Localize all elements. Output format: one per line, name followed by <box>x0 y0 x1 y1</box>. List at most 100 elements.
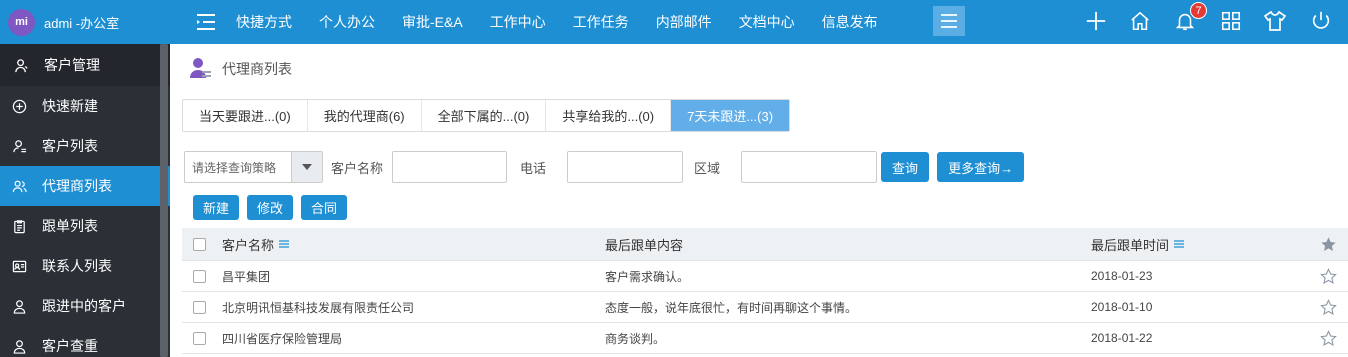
nav-item-work-center[interactable]: 工作中心 <box>490 12 546 32</box>
advanced-search-button[interactable]: 更多查询→ <box>937 152 1025 182</box>
user-header[interactable]: mi admi -办公室 <box>0 0 170 44</box>
sidebar-item-quick-new[interactable]: 快速新建 <box>0 86 170 126</box>
column-header-time[interactable]: 最后跟单时间 <box>1091 228 1185 260</box>
tab-today-follow[interactable]: 当天要跟进...(0) <box>183 100 308 131</box>
customer-name-label: 客户名称 <box>331 160 384 176</box>
main-content: 代理商列表 当天要跟进...(0) 我的代理商(6) 全部下属的...(0) 共… <box>170 44 1348 357</box>
region-input[interactable] <box>741 151 878 183</box>
star-outline-icon[interactable] <box>1320 261 1337 291</box>
sidebar-item-label: 跟进中的客户 <box>42 298 126 314</box>
nav-item-info-publish[interactable]: 信息发布 <box>822 12 878 32</box>
tab-all-subordinates[interactable]: 全部下属的...(0) <box>422 100 547 131</box>
sidebar-item-label: 快速新建 <box>42 98 98 114</box>
row-customer-name[interactable]: 四川省医疗保险管理局 <box>222 323 342 353</box>
action-toolbar: 新建 修改 合同 <box>193 195 355 220</box>
nav-item-personal-office[interactable]: 个人办公 <box>319 12 375 32</box>
row-last-content: 态度一般，说年底很忙，有时间再聊这个事情。 <box>605 300 858 315</box>
star-outline-icon[interactable] <box>1320 323 1337 353</box>
user-follow-icon <box>10 297 28 315</box>
caret-down-icon[interactable] <box>291 152 322 182</box>
sidebar-item-label: 跟单列表 <box>42 218 98 234</box>
sidebar: mi admi -办公室 客户管理 快速新建 客户列表 代理商列表 跟单列表 联… <box>0 0 170 357</box>
query-strategy-select[interactable]: 请选择查询策略 <box>184 151 323 183</box>
contact-card-icon <box>10 257 28 275</box>
agents-page-icon <box>188 56 212 83</box>
customer-name-input[interactable] <box>392 151 508 183</box>
sidebar-item-following-customers[interactable]: 跟进中的客户 <box>0 286 170 326</box>
select-all-checkbox[interactable] <box>193 237 206 251</box>
plus-circle-icon <box>10 97 28 115</box>
sidebar-item-contact-list[interactable]: 联系人列表 <box>0 246 170 286</box>
page-header: 代理商列表 <box>170 44 1348 94</box>
menu-toggle-icon[interactable] <box>194 10 218 34</box>
sort-list-icon[interactable] <box>279 240 290 248</box>
notification-badge: 7 <box>1190 2 1207 19</box>
nav-more-button[interactable] <box>933 6 965 36</box>
add-icon[interactable] <box>1084 9 1108 33</box>
sidebar-scrollbar-thumb[interactable] <box>160 44 168 357</box>
contract-button[interactable]: 合同 <box>301 195 348 220</box>
sidebar-scrollbar[interactable] <box>160 44 168 357</box>
nav-item-approval[interactable]: 审批-E&A <box>402 12 463 32</box>
search-button[interactable]: 查询 <box>881 152 930 182</box>
tab-shared-with-me[interactable]: 共享给我的...(0) <box>546 100 672 131</box>
bell-icon[interactable]: 7 <box>1173 2 1207 33</box>
top-navbar: 快捷方式 个人办公 审批-E&A 工作中心 工作任务 内部邮件 文档中心 信息发… <box>170 0 1348 44</box>
top-nav: 快捷方式 个人办公 审批-E&A 工作中心 工作任务 内部邮件 文档中心 信息发… <box>236 0 905 44</box>
row-checkbox[interactable] <box>193 269 206 283</box>
row-last-content: 商务谈判。 <box>605 331 666 346</box>
agents-table: 客户名称 最后跟单内容 最后跟单时间 昌平集团 客户需求确认。 2018-01-… <box>182 228 1348 354</box>
nav-item-document-center[interactable]: 文档中心 <box>739 12 795 32</box>
star-outline-icon[interactable] <box>1320 292 1337 322</box>
theme-shirt-icon[interactable] <box>1263 9 1287 33</box>
tab-my-agents[interactable]: 我的代理商(6) <box>308 100 422 131</box>
filter-tabs: 当天要跟进...(0) 我的代理商(6) 全部下属的...(0) 共享给我的..… <box>182 99 791 132</box>
row-last-time: 2018-01-23 <box>1091 269 1153 283</box>
sidebar-module-label: 客户管理 <box>44 57 100 73</box>
search-filters: 请选择查询策略 客户名称 电话 区域 查询 更多查询→ <box>184 151 1025 183</box>
nav-item-shortcuts[interactable]: 快捷方式 <box>236 12 292 32</box>
home-icon[interactable] <box>1128 9 1152 33</box>
row-last-content: 客户需求确认。 <box>605 269 690 284</box>
apps-grid-icon[interactable] <box>1219 9 1243 33</box>
region-label: 区域 <box>694 160 721 176</box>
sidebar-item-label: 客户列表 <box>42 138 98 154</box>
table-row[interactable]: 昌平集团 客户需求确认。 2018-01-23 <box>182 261 1348 292</box>
column-header-name-label: 客户名称 <box>222 237 275 253</box>
row-last-time: 2018-01-10 <box>1091 300 1153 314</box>
table-header-row: 客户名称 最后跟单内容 最后跟单时间 <box>182 228 1348 261</box>
user-icon <box>12 56 30 74</box>
hamburger-icon <box>941 14 957 28</box>
row-customer-name[interactable]: 北京明讯恒基科技发展有限责任公司 <box>222 292 414 322</box>
sidebar-item-follow-list[interactable]: 跟单列表 <box>0 206 170 246</box>
avatar[interactable]: mi <box>8 8 35 36</box>
new-button[interactable]: 新建 <box>193 195 240 220</box>
page-title: 代理商列表 <box>222 61 292 77</box>
table-row[interactable]: 四川省医疗保险管理局 商务谈判。 2018-01-22 <box>182 323 1348 354</box>
nav-item-work-tasks[interactable]: 工作任务 <box>573 12 629 32</box>
tab-7-days-no-follow[interactable]: 7天未跟进...(3) <box>671 100 790 131</box>
nav-item-internal-mail[interactable]: 内部邮件 <box>656 12 712 32</box>
sidebar-module-customer[interactable]: 客户管理 <box>0 44 170 86</box>
phone-label: 电话 <box>520 160 547 176</box>
user-list-icon <box>10 137 28 155</box>
star-filled-icon[interactable] <box>1320 228 1337 260</box>
sidebar-item-customer-list[interactable]: 客户列表 <box>0 126 170 166</box>
row-customer-name[interactable]: 昌平集团 <box>222 261 270 291</box>
table-row[interactable]: 北京明讯恒基科技发展有限责任公司 态度一般，说年底很忙，有时间再聊这个事情。 2… <box>182 292 1348 323</box>
sort-list-icon[interactable] <box>1174 240 1185 248</box>
clipboard-icon <box>10 217 28 235</box>
column-header-name[interactable]: 客户名称 <box>222 228 290 260</box>
user-check-icon <box>10 337 28 355</box>
power-icon[interactable] <box>1309 9 1333 33</box>
agents-icon <box>10 177 28 195</box>
sidebar-item-label: 代理商列表 <box>42 178 112 194</box>
row-checkbox[interactable] <box>193 331 206 345</box>
sidebar-item-agent-list[interactable]: 代理商列表 <box>0 166 170 206</box>
user-name: admi -办公室 <box>44 15 120 31</box>
row-checkbox[interactable] <box>193 300 206 314</box>
sidebar-item-duplicate-check[interactable]: 客户查重 <box>0 326 170 357</box>
edit-button[interactable]: 修改 <box>247 195 294 220</box>
column-header-content: 最后跟单内容 <box>605 237 684 253</box>
phone-input[interactable] <box>567 151 684 183</box>
